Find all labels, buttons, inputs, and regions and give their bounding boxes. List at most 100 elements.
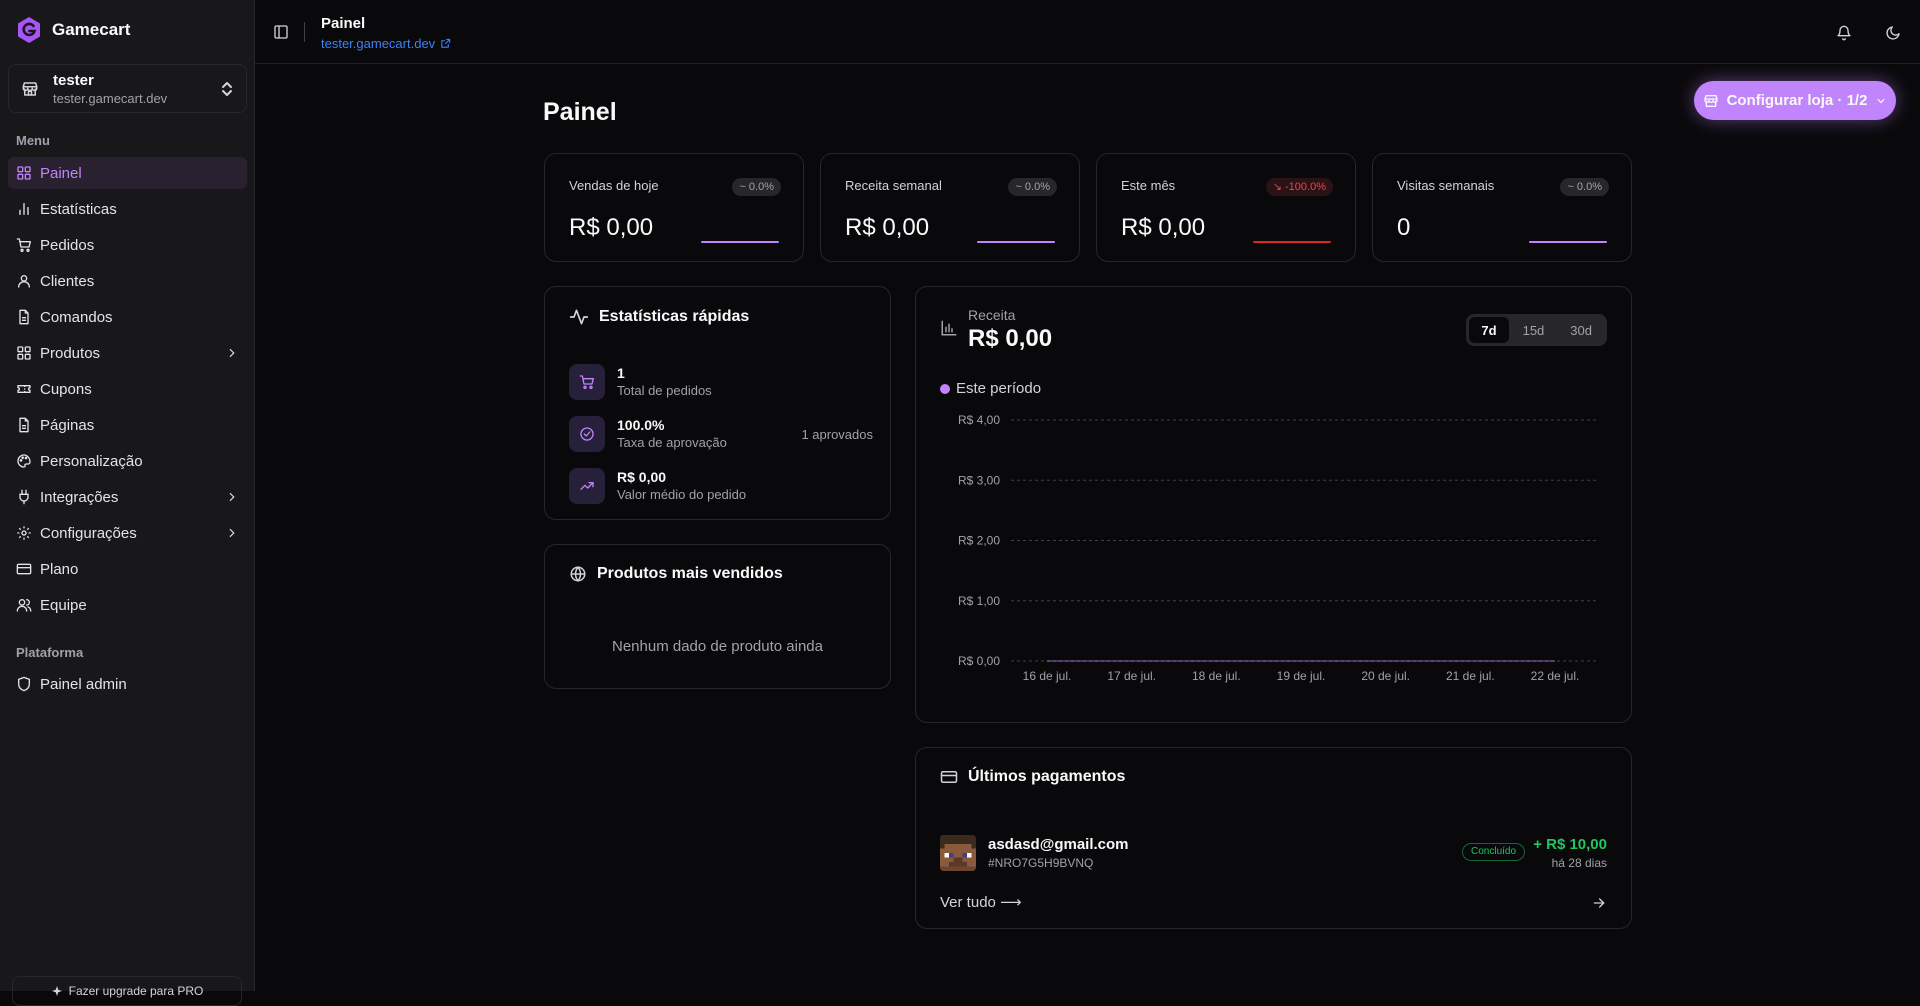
stat-value: R$ 0,00	[569, 214, 654, 241]
breadcrumb-title: Painel	[321, 15, 366, 32]
stat-change-badge: ~ 0.0%	[732, 178, 781, 196]
arrow-right-icon[interactable]	[1591, 895, 1607, 911]
top-products-title-label: Produtos mais vendidos	[597, 565, 783, 582]
sidebar-item-integracoes[interactable]: Integrações	[8, 481, 247, 513]
top-bar: Painel tester.gamecart.dev	[255, 0, 1920, 64]
sidebar-item-painel-admin[interactable]: Painel admin	[8, 668, 247, 700]
y-tick-label: R$ 2,00	[958, 534, 1000, 548]
sidebar-item-label: Clientes	[40, 272, 95, 290]
stat-card-this-month: Este mês ↘ -100.0% R$ 0,00	[1096, 153, 1356, 262]
sidebar-item-plano[interactable]: Plano	[8, 553, 247, 585]
platform-section-label: Plataforma	[16, 645, 84, 660]
gamecart-logo-icon	[16, 16, 42, 44]
quick-stat-label: Total de pedidos	[617, 382, 712, 398]
plug-icon	[16, 489, 32, 505]
chevron-right-icon	[225, 490, 239, 504]
gear-icon	[16, 525, 32, 541]
y-tick-label: R$ 1,00	[958, 594, 1000, 608]
stat-card-weekly-visits: Visitas semanais ~ 0.0% 0	[1372, 153, 1632, 262]
sidebar-item-configuracoes[interactable]: Configurações	[8, 517, 247, 549]
stat-label: Visitas semanais	[1397, 178, 1495, 193]
top-products-card: Produtos mais vendidos Nenhum dado de pr…	[544, 544, 891, 689]
sidebar-nav: Painel Estatísticas Pedidos Clientes Com…	[8, 157, 247, 625]
store-domain: tester.gamecart.dev	[53, 90, 168, 106]
configure-store-button[interactable]: Configurar loja · 1/2	[1694, 81, 1896, 120]
divider	[304, 22, 305, 42]
chevron-down-icon	[1875, 95, 1887, 107]
stat-label: Vendas de hoje	[569, 178, 659, 193]
payments-card: Últimos pagamentos asdasd@gmail.com #NRO…	[915, 747, 1632, 929]
y-tick-label: R$ 3,00	[958, 473, 1000, 487]
empty-state: Nenhum dado de produto ainda	[612, 638, 823, 655]
quick-stats-title: Estatísticas rápidas	[569, 307, 749, 327]
credit-card-icon	[940, 768, 958, 786]
chevron-right-icon	[225, 526, 239, 540]
quick-stats-title-label: Estatísticas rápidas	[599, 308, 750, 325]
sidebar-item-label: Cupons	[40, 380, 92, 398]
file-icon	[16, 309, 32, 325]
sidebar-item-comandos[interactable]: Comandos	[8, 301, 247, 333]
chevron-right-icon	[225, 346, 239, 360]
sidebar-item-label: Plano	[40, 560, 79, 578]
quick-stat-row: R$ 0,00 Valor médio do pedido	[569, 467, 873, 505]
cart-icon	[16, 237, 32, 253]
bell-icon[interactable]	[1833, 22, 1855, 44]
stat-value: R$ 0,00	[845, 214, 930, 241]
sidebar-item-painel[interactable]: Painel	[8, 157, 247, 189]
sidebar-item-produtos[interactable]: Produtos	[8, 337, 247, 369]
external-link-icon	[440, 38, 451, 49]
globe-icon	[569, 565, 587, 583]
sidebar-item-pedidos[interactable]: Pedidos	[8, 229, 247, 261]
x-tick-label: 18 de jul.	[1192, 669, 1241, 683]
palette-icon	[16, 453, 32, 469]
sidebar-item-paginas[interactable]: Páginas	[8, 409, 247, 441]
avatar	[940, 835, 976, 871]
sidebar-item-label: Painel	[40, 164, 82, 182]
moon-icon[interactable]	[1882, 22, 1904, 44]
sparkline	[701, 241, 779, 243]
page-title: Painel	[543, 98, 617, 126]
payment-amount: + R$ 10,00	[1533, 836, 1607, 853]
x-tick-label: 22 de jul.	[1531, 669, 1580, 683]
dashboard-icon	[16, 165, 32, 181]
stat-change-badge: ~ 0.0%	[1560, 178, 1609, 196]
stat-label: Receita semanal	[845, 178, 942, 193]
sidebar-toggle-icon[interactable]	[273, 24, 289, 40]
upgrade-button[interactable]: Fazer upgrade para PRO	[12, 976, 242, 1006]
sidebar-item-label: Painel admin	[40, 675, 127, 693]
brand[interactable]: Gamecart	[16, 16, 130, 44]
sidebar-item-clientes[interactable]: Clientes	[8, 265, 247, 297]
chevrons-up-down-icon	[220, 81, 234, 97]
store-switcher[interactable]: tester tester.gamecart.dev	[8, 64, 247, 113]
trending-up-icon	[569, 468, 605, 504]
see-all-link[interactable]: Ver tudo ⟶	[940, 893, 1022, 911]
sparkle-icon	[51, 985, 63, 997]
store-icon	[21, 80, 39, 98]
sidebar-item-cupons[interactable]: Cupons	[8, 373, 247, 405]
file-icon	[16, 417, 32, 433]
sidebar-item-label: Estatísticas	[40, 200, 117, 218]
quick-stats-card: Estatísticas rápidas 1 Total de pedidos 1…	[544, 286, 891, 520]
payments-title-label: Últimos pagamentos	[968, 768, 1126, 785]
sidebar-item-personalizacao[interactable]: Personalização	[8, 445, 247, 477]
sparkline	[1253, 241, 1331, 243]
stat-label: Este mês	[1121, 178, 1176, 193]
top-products-title: Produtos mais vendidos	[569, 565, 783, 583]
sidebar-item-label: Páginas	[40, 416, 95, 434]
y-tick-label: R$ 0,00	[958, 654, 1000, 668]
payment-id: #NRO7G5H9BVNQ	[988, 856, 1094, 870]
user-icon	[16, 273, 32, 289]
store-link[interactable]: tester.gamecart.dev	[321, 36, 451, 51]
x-tick-label: 21 de jul.	[1446, 669, 1495, 683]
sidebar-item-equipe[interactable]: Equipe	[8, 589, 247, 621]
revenue-chart: R$ 0,00 R$ 1,00 R$ 2,00 R$ 3,00 R$ 4,00 16 de…	[958, 413, 1596, 683]
quick-stat-value: 100.0%	[617, 417, 665, 434]
platform-nav: Painel admin	[8, 668, 247, 704]
store-icon	[1703, 93, 1719, 109]
store-name: tester	[53, 71, 94, 89]
sidebar-item-estatisticas[interactable]: Estatísticas	[8, 193, 247, 225]
bar-chart-icon	[16, 201, 32, 217]
sparkline	[977, 241, 1055, 243]
quick-stat-value: 1	[617, 365, 625, 382]
stat-change-badge: ↘ -100.0%	[1265, 178, 1333, 196]
